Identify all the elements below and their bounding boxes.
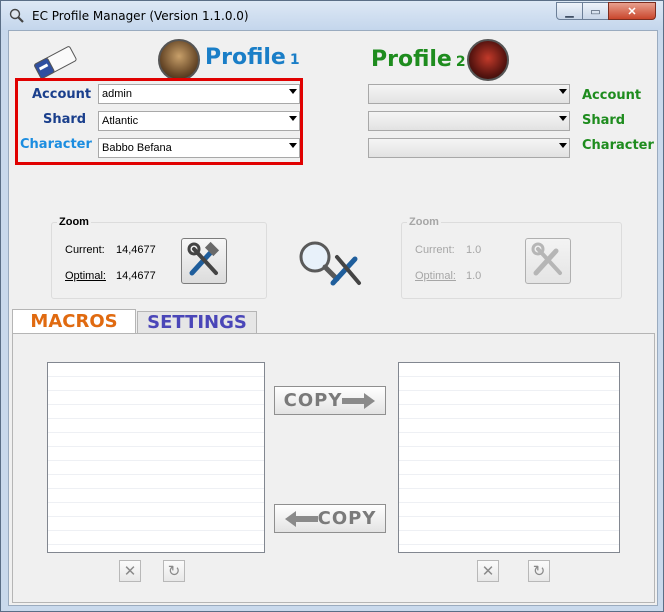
profile2-character-select[interactable] bbox=[368, 138, 570, 158]
arrow-right-icon bbox=[342, 392, 376, 409]
profile1-shard-select[interactable]: Atlantic bbox=[98, 111, 300, 131]
profile1-account-label: Account bbox=[32, 87, 92, 102]
profile2-avatar-icon bbox=[467, 39, 509, 81]
profile1-title: Profile 1 bbox=[205, 45, 300, 70]
profile2-character-label: Character bbox=[582, 138, 654, 153]
profile1-character-select[interactable]: Babbo Befana bbox=[98, 138, 300, 158]
copy-right-label: COPY bbox=[283, 390, 343, 411]
chevron-down-icon bbox=[289, 116, 297, 121]
window-title: EC Profile Manager (Version 1.1.0.0) bbox=[32, 9, 249, 23]
title-bar: EC Profile Manager (Version 1.1.0.0) ▁ ▭… bbox=[1, 1, 663, 30]
refresh-icon: ↻ bbox=[532, 563, 546, 580]
zoom2-current-value: 1.0 bbox=[466, 244, 482, 256]
profile1-shard-value: Atlantic bbox=[102, 115, 139, 127]
minimize-button[interactable]: ▁ bbox=[556, 2, 583, 20]
magnifier-tools-icon bbox=[299, 241, 361, 286]
zoom1-current-label: Current: bbox=[65, 244, 105, 256]
profile2-number: 2 bbox=[455, 54, 466, 70]
minimize-icon: ▁ bbox=[565, 5, 574, 18]
close-button[interactable]: ✕ bbox=[608, 2, 656, 20]
refresh-icon: ↻ bbox=[167, 563, 181, 580]
zoom2-apply-button[interactable] bbox=[525, 238, 571, 284]
profile1-shard-label: Shard bbox=[43, 112, 87, 127]
profile1-character-value: Babbo Befana bbox=[102, 142, 172, 154]
zoom1-current-value: 14,4677 bbox=[116, 244, 156, 256]
tab-macros[interactable]: MACROS bbox=[12, 309, 136, 334]
chevron-down-icon bbox=[289, 89, 297, 94]
close-icon: ✕ bbox=[627, 5, 637, 18]
copy-left-button[interactable]: COPY bbox=[274, 504, 386, 533]
eraser-icon bbox=[34, 46, 77, 79]
zoom2-legend: Zoom bbox=[407, 216, 441, 228]
profile1-account-select[interactable]: admin bbox=[98, 84, 300, 104]
tab-settings[interactable]: SETTINGS bbox=[137, 311, 257, 333]
app-icon bbox=[9, 8, 24, 23]
zoom2-current-label: Current: bbox=[415, 244, 455, 256]
maximize-icon: ▭ bbox=[590, 5, 601, 18]
chevron-down-icon bbox=[289, 143, 297, 148]
zoom2-optimal-label: Optimal: bbox=[415, 270, 456, 282]
main-window: EC Profile Manager (Version 1.1.0.0) ▁ ▭… bbox=[0, 0, 664, 612]
profile1-avatar-icon bbox=[158, 39, 200, 81]
chevron-down-icon bbox=[559, 89, 567, 94]
profile1-title-text: Profile bbox=[205, 45, 286, 70]
chevron-down-icon bbox=[559, 143, 567, 148]
zoom1-optimal-value: 14,4677 bbox=[116, 270, 156, 282]
profile1-account-value: admin bbox=[102, 88, 132, 100]
profile2-refresh-button[interactable]: ↻ bbox=[528, 560, 550, 582]
close-x-icon: ✕ bbox=[481, 563, 495, 580]
close-x-icon: ✕ bbox=[123, 563, 137, 580]
client-area: Profile 1 Profile 2 Account admin Shard At… bbox=[8, 30, 658, 606]
profile2-account-label: Account bbox=[582, 88, 642, 103]
copy-left-label: COPY bbox=[317, 508, 377, 529]
profile2-delete-button[interactable]: ✕ bbox=[477, 560, 499, 582]
tools-icon bbox=[531, 242, 562, 276]
profile1-number: 1 bbox=[289, 52, 300, 68]
profile1-refresh-button[interactable]: ↻ bbox=[163, 560, 185, 582]
zoom1-optimal-label: Optimal: bbox=[65, 270, 106, 282]
profile2-macros-list[interactable] bbox=[398, 362, 620, 553]
profile2-shard-label: Shard bbox=[582, 113, 626, 128]
profile1-delete-button[interactable]: ✕ bbox=[119, 560, 141, 582]
profile1-macros-list[interactable] bbox=[47, 362, 265, 553]
zoom2-group bbox=[401, 222, 622, 299]
tools-icon bbox=[187, 241, 220, 276]
profile2-shard-select[interactable] bbox=[368, 111, 570, 131]
zoom2-optimal-value: 1.0 bbox=[466, 270, 482, 282]
profile2-title: Profile 2 bbox=[371, 47, 466, 72]
zoom1-legend: Zoom bbox=[57, 216, 91, 228]
profile1-character-label: Character bbox=[20, 137, 92, 152]
maximize-button[interactable]: ▭ bbox=[582, 2, 609, 20]
chevron-down-icon bbox=[559, 116, 567, 121]
profile2-title-text: Profile bbox=[371, 47, 452, 72]
copy-right-button[interactable]: COPY bbox=[274, 386, 386, 415]
zoom1-apply-button[interactable] bbox=[181, 238, 227, 284]
profile2-account-select[interactable] bbox=[368, 84, 570, 104]
zoom1-group bbox=[51, 222, 267, 299]
arrow-left-icon bbox=[284, 510, 318, 527]
